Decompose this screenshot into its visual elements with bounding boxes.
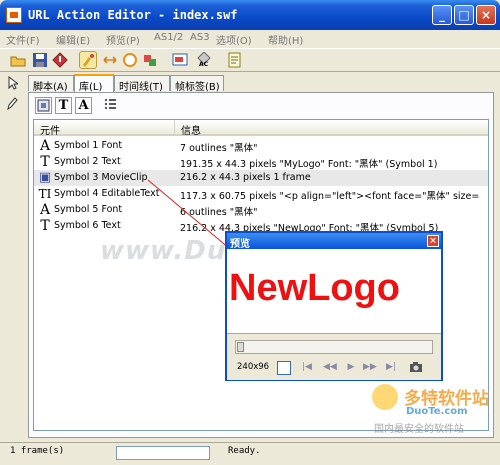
last-frame-icon[interactable]: ▶| — [385, 361, 397, 373]
lightbulb-icon — [372, 384, 398, 410]
slider-thumb[interactable] — [237, 342, 244, 352]
status-bar: 1 frame(s) Ready. — [0, 442, 500, 465]
fast-forward-icon[interactable]: ▶▶ — [363, 361, 377, 373]
preview-title-bar: 预览 × — [227, 233, 441, 250]
corner-logo: 多特软件站 DuoTe.com 国内最安全的软件站 — [364, 380, 494, 440]
preview-controls: 240x96 |◀ ◀◀ ▶ ▶▶ ▶| — [227, 333, 441, 380]
status-text: Ready. — [228, 446, 261, 456]
play-icon[interactable]: ▶ — [345, 361, 357, 373]
preview-logo-text: NewLogo — [229, 267, 400, 309]
preview-title: 预览 — [230, 239, 250, 250]
preview-window: 预览 × NewLogo 240x96 |◀ ◀◀ ▶ ▶▶ ▶| — [225, 231, 443, 381]
timeline-slider[interactable] — [235, 340, 433, 354]
camera-icon[interactable] — [409, 361, 423, 373]
preview-close-button[interactable]: × — [427, 235, 439, 247]
rewind-icon[interactable]: ◀◀ — [323, 361, 337, 373]
preview-size-label: 240x96 — [237, 362, 270, 372]
fit-view-icon[interactable] — [277, 361, 291, 375]
brand-domain: DuoTe.com — [406, 406, 468, 417]
status-progress — [116, 446, 210, 460]
frame-count: 1 frame(s) — [10, 446, 65, 456]
first-frame-icon[interactable]: |◀ — [301, 361, 313, 373]
brand-slogan: 国内最安全的软件站 — [374, 424, 464, 435]
